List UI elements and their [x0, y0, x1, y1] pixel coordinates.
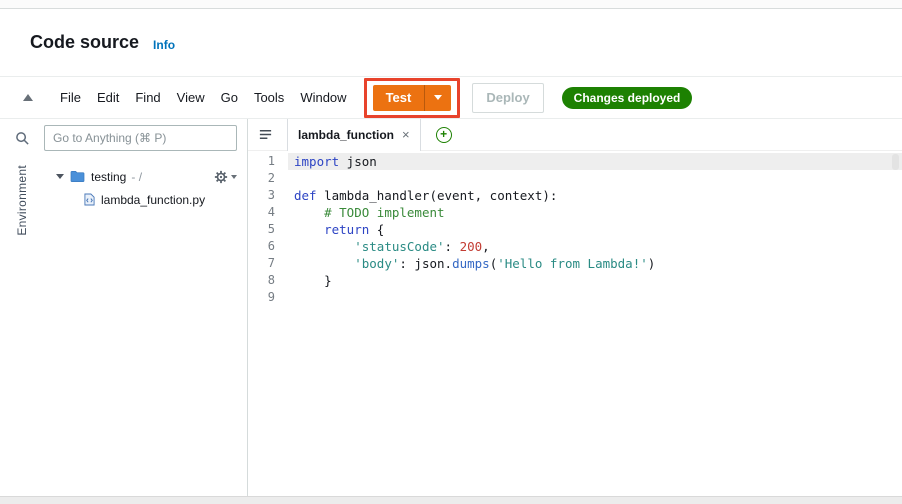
menu-edit[interactable]: Edit: [96, 88, 120, 107]
page-title: Code source: [30, 32, 140, 52]
editor-area: lambda_function × + 1 2 3 4 5 6 7 8 9 import jso…: [248, 118, 902, 496]
code-line[interactable]: 'body': json.dumps('Hello from Lambda!'): [288, 255, 902, 272]
menu-go[interactable]: Go: [220, 88, 239, 107]
menu-tools[interactable]: Tools: [253, 88, 285, 107]
toolbar: File Edit Find View Go Tools Window Test Deplo…: [0, 77, 902, 119]
code-line[interactable]: [288, 289, 902, 306]
tree-file-row[interactable]: lambda_function.py: [44, 188, 247, 211]
code-lines: import json def lambda_handler(event, con…: [288, 153, 902, 496]
sidebar-body: Environment testing - / lambda_function.…: [0, 157, 247, 496]
panel-header: Code source Info: [0, 9, 902, 77]
menu-find[interactable]: Find: [134, 88, 161, 107]
menu-file[interactable]: File: [59, 88, 82, 107]
line-number: 1: [267, 154, 275, 168]
tab-bar: lambda_function × +: [248, 118, 902, 151]
search-icon[interactable]: [0, 131, 44, 146]
line-number: 6: [267, 239, 275, 253]
gutter: 1 2 3 4 5 6 7 8 9: [248, 153, 288, 496]
code-line[interactable]: import json: [288, 153, 902, 170]
file-tree: testing - / lambda_function.py: [44, 157, 247, 496]
sidebar: Environment testing - /: [0, 119, 248, 496]
annotation-box: Test: [363, 77, 461, 118]
search-row: [0, 119, 247, 157]
code-line[interactable]: def lambda_handler(event, context):: [288, 187, 902, 204]
code-line[interactable]: }: [288, 272, 902, 289]
scrollbar-thumb[interactable]: [892, 154, 899, 170]
line-number: 5: [267, 222, 275, 236]
test-button-label: Test: [385, 90, 412, 105]
menu-items: File Edit Find View Go Tools Window: [59, 88, 348, 107]
window-top-edge: [0, 0, 902, 9]
editor-tab-lambda-function[interactable]: lambda_function ×: [287, 118, 421, 151]
line-number: 4: [267, 205, 275, 219]
info-link[interactable]: Info: [153, 38, 175, 52]
line-number: 3: [267, 188, 275, 202]
folder-disclosure-icon[interactable]: [56, 174, 64, 179]
code-source-panel: Code source Info File Edit Find View Go Tools…: [0, 9, 902, 496]
open-files-menu-icon[interactable]: [258, 127, 273, 142]
plus-icon: +: [440, 127, 448, 141]
tab-close-icon[interactable]: ×: [402, 128, 410, 141]
folder-name: testing: [91, 169, 127, 184]
deploy-button[interactable]: Deploy: [472, 82, 544, 113]
test-dropdown-caret-icon[interactable]: [434, 95, 443, 100]
test-button[interactable]: Test: [372, 84, 452, 111]
test-button-divider: [424, 84, 426, 111]
gear-dropdown-caret-icon: [231, 174, 237, 179]
tree-folder-row[interactable]: testing - /: [44, 165, 247, 188]
line-number: 9: [267, 290, 275, 304]
goto-anything-input[interactable]: [44, 125, 237, 151]
code-line[interactable]: # TODO implement: [288, 204, 902, 221]
main-area: Environment testing - /: [0, 118, 902, 496]
menu-view[interactable]: View: [176, 88, 206, 107]
window-bottom-edge: [0, 496, 902, 504]
python-file-icon: [84, 193, 95, 206]
gear-icon: [214, 170, 228, 183]
tab-label: lambda_function: [298, 127, 395, 142]
code-line[interactable]: 'statusCode': 200,: [288, 238, 902, 255]
menu-window[interactable]: Window: [299, 88, 347, 107]
code-line[interactable]: [288, 170, 902, 187]
activity-bar: Environment: [0, 157, 44, 496]
line-number: 8: [267, 273, 275, 287]
file-name: lambda_function.py: [101, 192, 206, 207]
collapse-panel-icon[interactable]: [23, 94, 33, 101]
folder-icon: [70, 170, 85, 183]
folder-path-suffix: - /: [131, 169, 143, 184]
line-number: 2: [267, 171, 275, 185]
code-editor[interactable]: 1 2 3 4 5 6 7 8 9 import json def lambda_handler(…: [248, 151, 902, 496]
app-window: Code source Info File Edit Find View Go Tools…: [0, 0, 902, 504]
settings-gear-button[interactable]: [214, 170, 237, 184]
status-badge: Changes deployed: [561, 86, 693, 109]
environment-tab[interactable]: Environment: [15, 165, 29, 236]
new-tab-button[interactable]: +: [435, 126, 452, 143]
code-line[interactable]: return {: [288, 221, 902, 238]
line-number: 7: [267, 256, 275, 270]
